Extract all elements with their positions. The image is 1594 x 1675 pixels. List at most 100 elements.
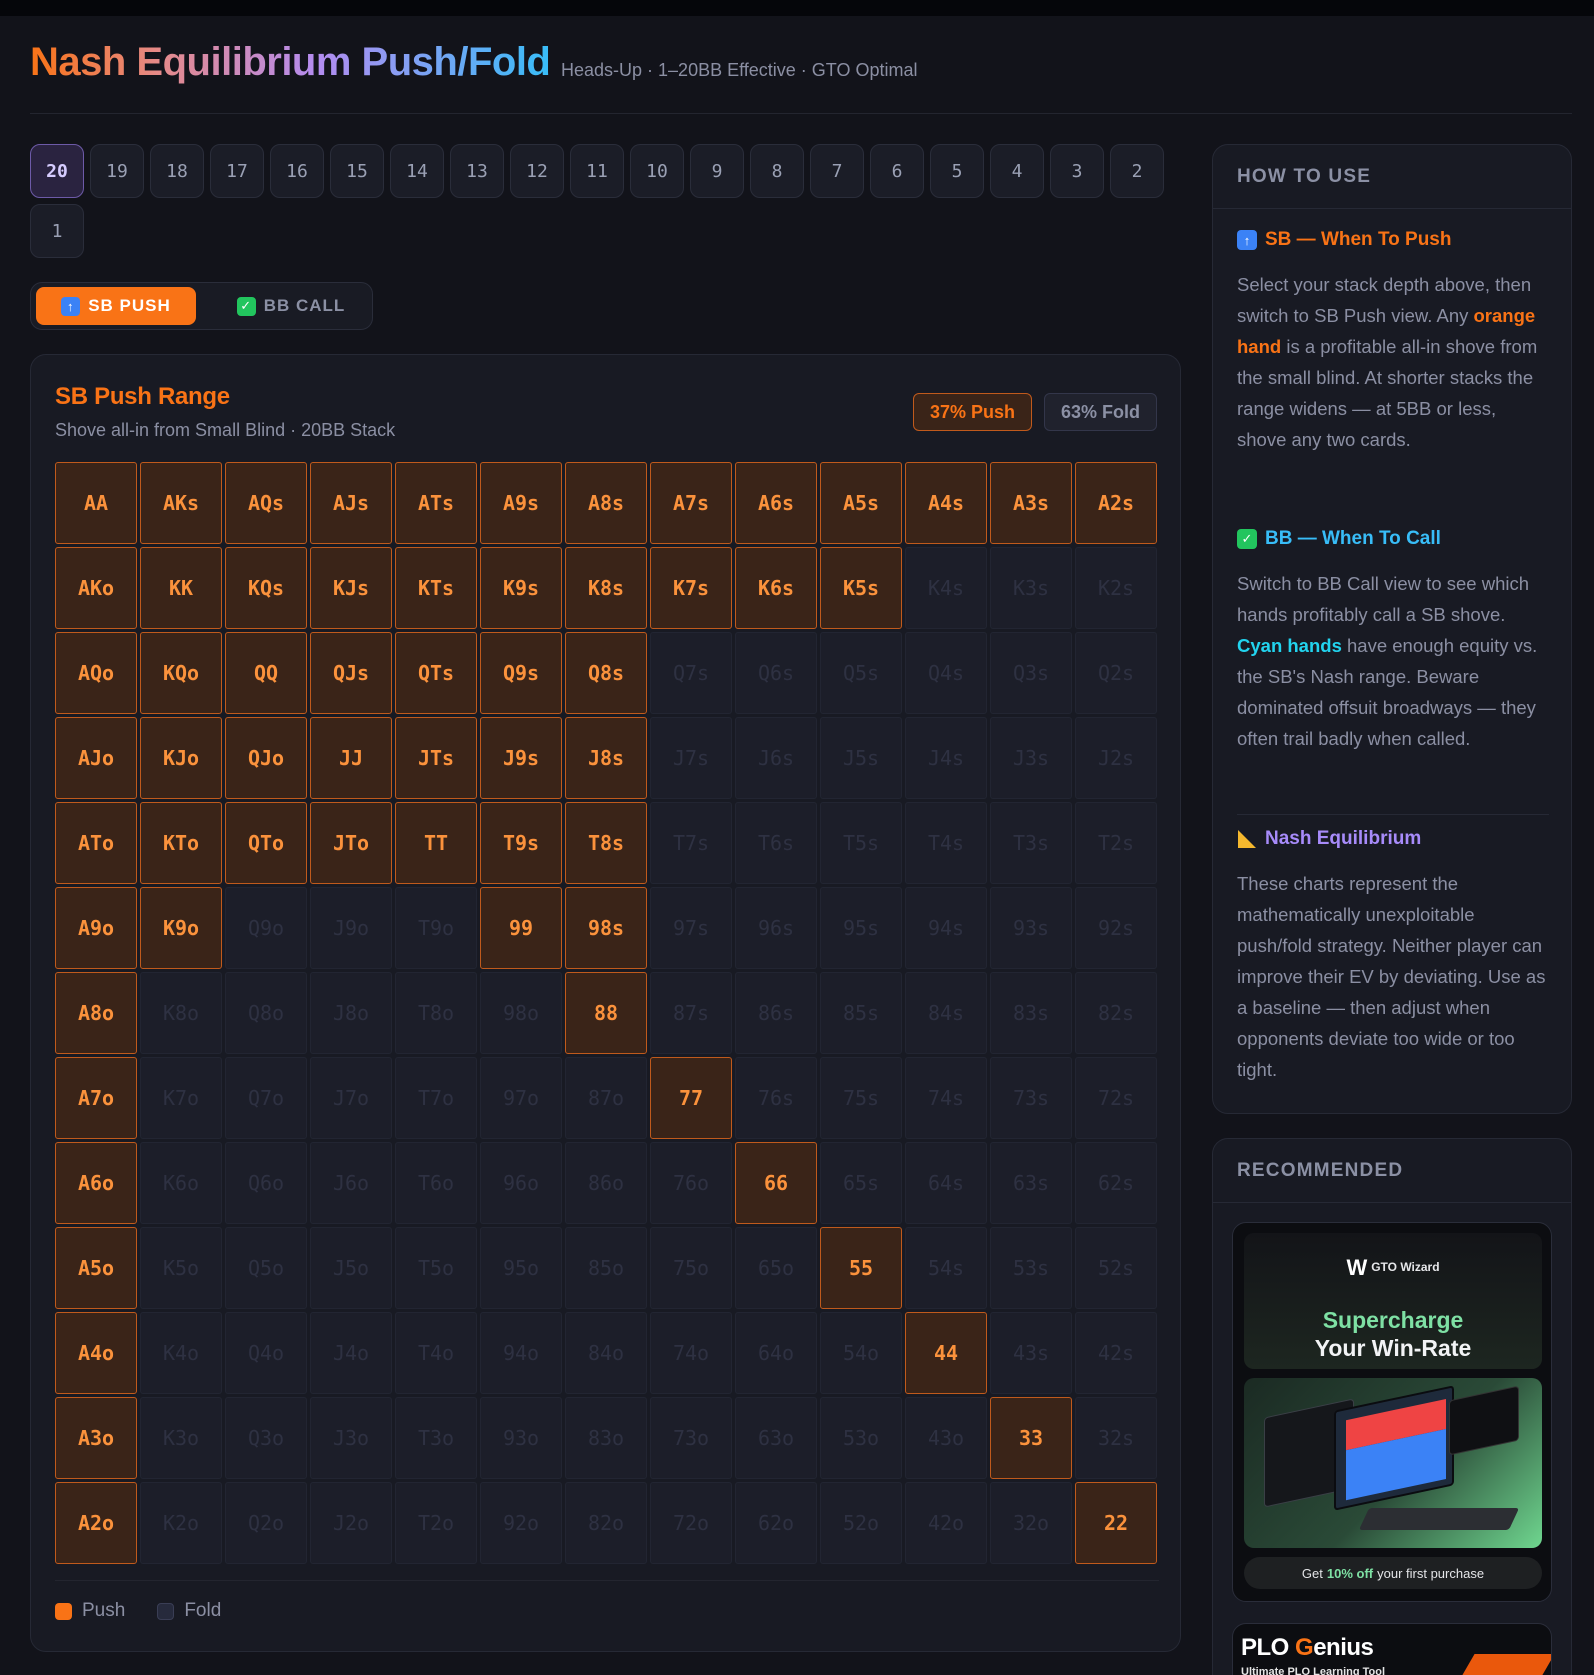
hand-cell-95s[interactable]: 95s <box>820 887 902 969</box>
hand-cell-53s[interactable]: 53s <box>990 1227 1072 1309</box>
hand-cell-J6o[interactable]: J6o <box>310 1142 392 1224</box>
hand-cell-T2o[interactable]: T2o <box>395 1482 477 1564</box>
hand-cell-Q4o[interactable]: Q4o <box>225 1312 307 1394</box>
hand-cell-A6s[interactable]: A6s <box>735 462 817 544</box>
hand-cell-T4s[interactable]: T4s <box>905 802 987 884</box>
hand-cell-96s[interactable]: 96s <box>735 887 817 969</box>
stack-button-6[interactable]: 6 <box>870 144 924 198</box>
hand-cell-98o[interactable]: 98o <box>480 972 562 1054</box>
hand-cell-A4s[interactable]: A4s <box>905 462 987 544</box>
hand-cell-43o[interactable]: 43o <box>905 1397 987 1479</box>
hand-cell-T3o[interactable]: T3o <box>395 1397 477 1479</box>
stack-button-18[interactable]: 18 <box>150 144 204 198</box>
hand-cell-52o[interactable]: 52o <box>820 1482 902 1564</box>
stack-button-17[interactable]: 17 <box>210 144 264 198</box>
hand-cell-J3s[interactable]: J3s <box>990 717 1072 799</box>
stack-button-1[interactable]: 1 <box>30 204 84 258</box>
hand-cell-Q3o[interactable]: Q3o <box>225 1397 307 1479</box>
hand-cell-84s[interactable]: 84s <box>905 972 987 1054</box>
hand-cell-T7s[interactable]: T7s <box>650 802 732 884</box>
hand-cell-76o[interactable]: 76o <box>650 1142 732 1224</box>
hand-cell-JTo[interactable]: JTo <box>310 802 392 884</box>
hand-cell-J3o[interactable]: J3o <box>310 1397 392 1479</box>
hand-cell-AJo[interactable]: AJo <box>55 717 137 799</box>
hand-cell-74s[interactable]: 74s <box>905 1057 987 1139</box>
plo-genius-ad[interactable]: PLO Genius Ultimate PLO Learning Tool <box>1232 1623 1552 1675</box>
hand-cell-J2o[interactable]: J2o <box>310 1482 392 1564</box>
hand-cell-T4o[interactable]: T4o <box>395 1312 477 1394</box>
hand-cell-Q5o[interactable]: Q5o <box>225 1227 307 1309</box>
hand-cell-97o[interactable]: 97o <box>480 1057 562 1139</box>
hand-cell-K3o[interactable]: K3o <box>140 1397 222 1479</box>
hand-cell-95o[interactable]: 95o <box>480 1227 562 1309</box>
hand-cell-Q2s[interactable]: Q2s <box>1075 632 1157 714</box>
ad-cta-button[interactable]: Get 10% off your first purchase <box>1244 1557 1542 1589</box>
stack-button-8[interactable]: 8 <box>750 144 804 198</box>
hand-cell-QTs[interactable]: QTs <box>395 632 477 714</box>
hand-cell-63o[interactable]: 63o <box>735 1397 817 1479</box>
hand-cell-75o[interactable]: 75o <box>650 1227 732 1309</box>
hand-cell-Q7s[interactable]: Q7s <box>650 632 732 714</box>
stack-button-9[interactable]: 9 <box>690 144 744 198</box>
sb-push-toggle[interactable]: ↑ SB PUSH <box>36 287 196 325</box>
hand-cell-64o[interactable]: 64o <box>735 1312 817 1394</box>
hand-cell-T6s[interactable]: T6s <box>735 802 817 884</box>
hand-cell-82s[interactable]: 82s <box>1075 972 1157 1054</box>
hand-cell-T8s[interactable]: T8s <box>565 802 647 884</box>
hand-cell-75s[interactable]: 75s <box>820 1057 902 1139</box>
hand-cell-64s[interactable]: 64s <box>905 1142 987 1224</box>
gto-wizard-ad[interactable]: W GTO Wizard Supercharge Your Win-Rate Ge… <box>1232 1222 1552 1602</box>
hand-cell-A6o[interactable]: A6o <box>55 1142 137 1224</box>
stack-button-11[interactable]: 11 <box>570 144 624 198</box>
stack-button-14[interactable]: 14 <box>390 144 444 198</box>
hand-cell-ATo[interactable]: ATo <box>55 802 137 884</box>
hand-cell-72o[interactable]: 72o <box>650 1482 732 1564</box>
hand-cell-K2s[interactable]: K2s <box>1075 547 1157 629</box>
hand-cell-T2s[interactable]: T2s <box>1075 802 1157 884</box>
hand-cell-K7s[interactable]: K7s <box>650 547 732 629</box>
hand-cell-86o[interactable]: 86o <box>565 1142 647 1224</box>
hand-cell-43s[interactable]: 43s <box>990 1312 1072 1394</box>
hand-cell-83o[interactable]: 83o <box>565 1397 647 1479</box>
hand-cell-T5s[interactable]: T5s <box>820 802 902 884</box>
hand-cell-K2o[interactable]: K2o <box>140 1482 222 1564</box>
hand-cell-T3s[interactable]: T3s <box>990 802 1072 884</box>
hand-cell-94o[interactable]: 94o <box>480 1312 562 1394</box>
hand-cell-A2o[interactable]: A2o <box>55 1482 137 1564</box>
hand-cell-KQs[interactable]: KQs <box>225 547 307 629</box>
hand-cell-A5o[interactable]: A5o <box>55 1227 137 1309</box>
hand-cell-Q4s[interactable]: Q4s <box>905 632 987 714</box>
hand-cell-J2s[interactable]: J2s <box>1075 717 1157 799</box>
hand-cell-T9s[interactable]: T9s <box>480 802 562 884</box>
hand-cell-A4o[interactable]: A4o <box>55 1312 137 1394</box>
hand-cell-J6s[interactable]: J6s <box>735 717 817 799</box>
stack-button-15[interactable]: 15 <box>330 144 384 198</box>
hand-cell-A5s[interactable]: A5s <box>820 462 902 544</box>
hand-cell-94s[interactable]: 94s <box>905 887 987 969</box>
hand-cell-T8o[interactable]: T8o <box>395 972 477 1054</box>
hand-cell-AA[interactable]: AA <box>55 462 137 544</box>
hand-cell-JJ[interactable]: JJ <box>310 717 392 799</box>
stack-button-19[interactable]: 19 <box>90 144 144 198</box>
hand-cell-53o[interactable]: 53o <box>820 1397 902 1479</box>
hand-cell-A9s[interactable]: A9s <box>480 462 562 544</box>
hand-cell-63s[interactable]: 63s <box>990 1142 1072 1224</box>
hand-cell-42o[interactable]: 42o <box>905 1482 987 1564</box>
hand-cell-A9o[interactable]: A9o <box>55 887 137 969</box>
hand-cell-J4s[interactable]: J4s <box>905 717 987 799</box>
hand-cell-QTo[interactable]: QTo <box>225 802 307 884</box>
hand-cell-J9o[interactable]: J9o <box>310 887 392 969</box>
hand-cell-87o[interactable]: 87o <box>565 1057 647 1139</box>
hand-cell-K4o[interactable]: K4o <box>140 1312 222 1394</box>
hand-cell-Q8o[interactable]: Q8o <box>225 972 307 1054</box>
hand-cell-86s[interactable]: 86s <box>735 972 817 1054</box>
stack-button-10[interactable]: 10 <box>630 144 684 198</box>
stack-button-12[interactable]: 12 <box>510 144 564 198</box>
hand-cell-42s[interactable]: 42s <box>1075 1312 1157 1394</box>
hand-cell-T7o[interactable]: T7o <box>395 1057 477 1139</box>
hand-cell-K9s[interactable]: K9s <box>480 547 562 629</box>
hand-cell-A8s[interactable]: A8s <box>565 462 647 544</box>
hand-cell-65s[interactable]: 65s <box>820 1142 902 1224</box>
stack-button-2[interactable]: 2 <box>1110 144 1164 198</box>
hand-cell-22[interactable]: 22 <box>1075 1482 1157 1564</box>
